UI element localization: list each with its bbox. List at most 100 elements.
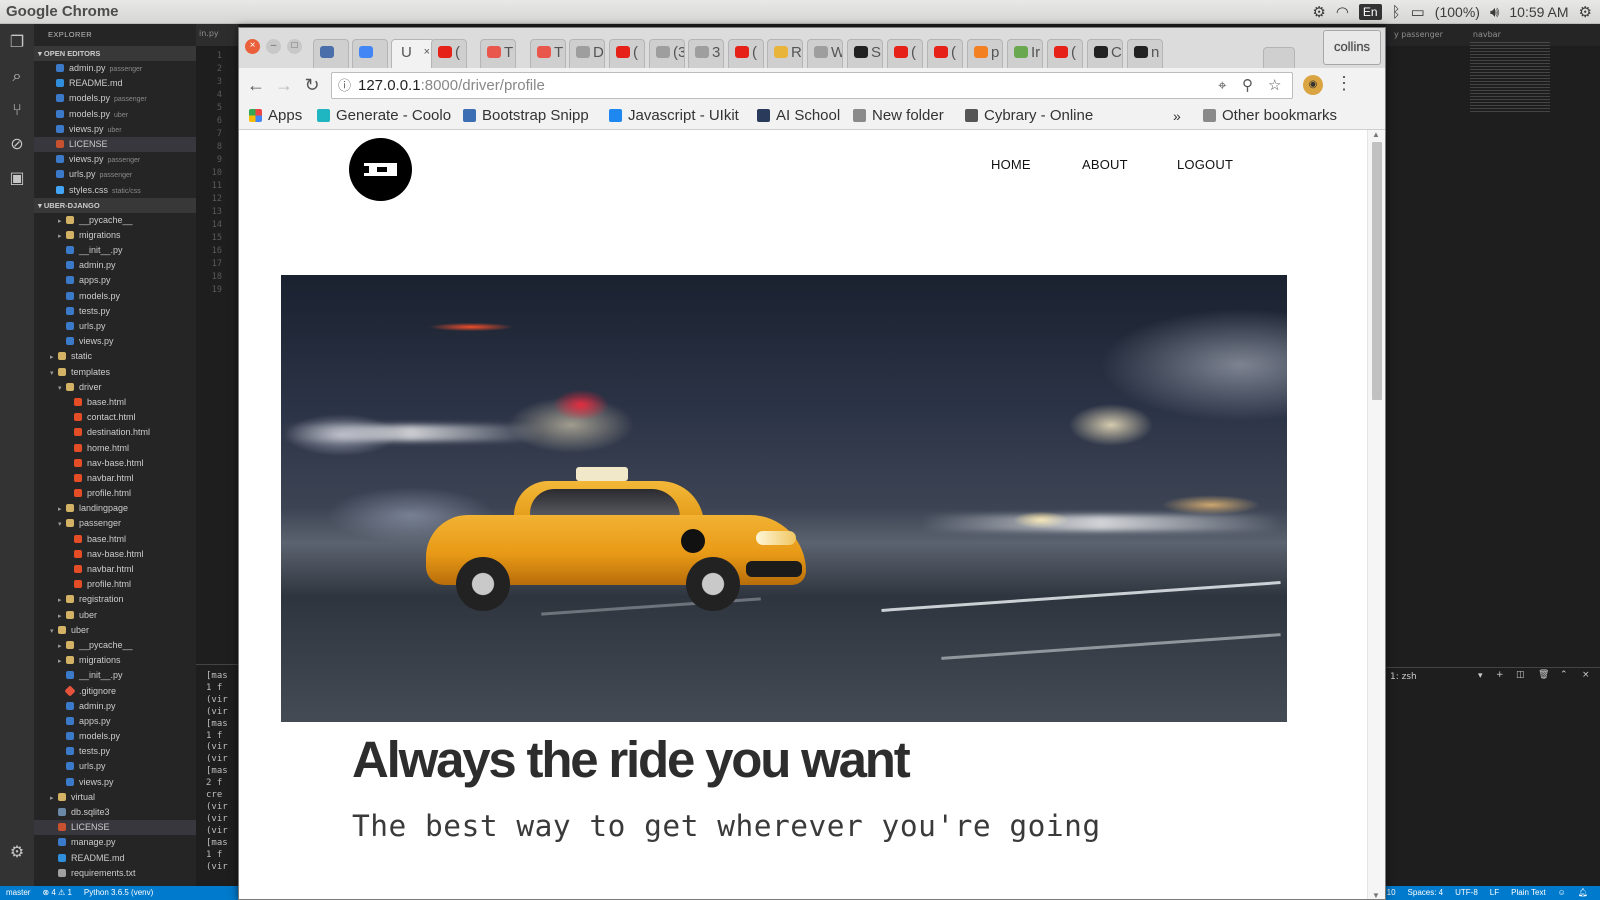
bookmark-item[interactable]: AI School <box>757 106 840 126</box>
nav-about-link[interactable]: ABOUT <box>1082 157 1128 172</box>
browser-tab[interactable]: p <box>967 39 1003 68</box>
scroll-down-arrow-icon[interactable]: ▼ <box>1372 891 1380 899</box>
browser-tab[interactable]: ( <box>609 39 645 68</box>
browser-tab[interactable]: T <box>530 39 566 68</box>
tree-file[interactable]: profile.html <box>34 577 196 592</box>
window-minimize-button[interactable]: – <box>266 39 281 54</box>
address-bar[interactable]: ⓘ 127.0.0.1:8000/driver/profile ⌖ ⚲ ☆ <box>331 72 1293 99</box>
browser-tab[interactable] <box>352 39 388 68</box>
open-editor-item[interactable]: models.py uber <box>34 107 196 122</box>
scrollbar-thumb[interactable] <box>1372 142 1382 400</box>
indentation-status[interactable]: Spaces: 4 <box>1408 886 1444 900</box>
open-editor-item[interactable]: views.py passenger <box>34 152 196 167</box>
browser-tab[interactable]: ( <box>887 39 923 68</box>
open-editor-item[interactable]: LICENSE <box>34 136 196 153</box>
maximize-panel-icon[interactable]: ⌃ <box>1560 670 1568 680</box>
problems-status[interactable]: ⊗ 4 ⚠ 1 <box>42 886 71 900</box>
browser-tab[interactable]: W <box>807 39 843 68</box>
tree-file[interactable]: requirements.txt <box>34 866 196 881</box>
tree-file[interactable]: apps.py <box>34 714 196 729</box>
window-close-button[interactable]: × <box>245 39 260 54</box>
tree-folder[interactable]: ▸ uber <box>34 608 196 623</box>
tree-file[interactable]: navbar.html <box>34 471 196 486</box>
window-maximize-button[interactable]: □ <box>287 39 302 54</box>
split-terminal-icon[interactable]: ◫ <box>1516 670 1525 680</box>
tree-file[interactable]: tests.py <box>34 304 196 319</box>
tree-file[interactable]: .gitignore <box>34 684 196 699</box>
settings-gear-icon[interactable]: ⚙ <box>1312 3 1325 21</box>
tree-file[interactable]: models.py <box>34 289 196 304</box>
tree-file[interactable]: admin.py <box>34 699 196 714</box>
tree-folder[interactable]: ▸ __pycache__ <box>34 213 196 228</box>
browser-tab[interactable]: n <box>1127 39 1163 68</box>
keyboard-language-indicator[interactable]: En <box>1358 4 1382 20</box>
tree-file[interactable]: nav-base.html <box>34 547 196 562</box>
dropdown-chevron-icon[interactable]: ▾ <box>1478 671 1483 681</box>
open-editor-item[interactable]: admin.py passenger <box>34 61 196 76</box>
browser-tab[interactable] <box>313 39 349 68</box>
browser-tab[interactable]: S <box>847 39 883 68</box>
tree-file[interactable]: manage.py <box>34 835 196 850</box>
tree-file[interactable]: admin.py <box>34 258 196 273</box>
open-editor-item[interactable]: styles.css static/css <box>34 183 196 198</box>
close-panel-icon[interactable]: × <box>1582 670 1590 680</box>
tab-close-icon[interactable]: × <box>424 46 430 58</box>
profile-button[interactable]: collins <box>1323 30 1381 65</box>
other-bookmarks-folder[interactable]: Other bookmarks <box>1203 106 1337 126</box>
clock[interactable]: 10:59 AM <box>1509 4 1568 20</box>
bookmark-item[interactable]: Cybrary - Online <box>965 106 1093 126</box>
volume-icon[interactable]: 🔊︎ <box>1490 4 1499 21</box>
source-control-icon[interactable]: ⑂ <box>7 100 27 120</box>
language-mode-status[interactable]: Plain Text <box>1511 886 1546 900</box>
tree-file[interactable]: urls.py <box>34 319 196 334</box>
browser-tab[interactable]: R <box>767 39 803 68</box>
site-info-icon[interactable]: ⓘ <box>338 73 351 98</box>
uber-logo[interactable] <box>349 138 412 201</box>
bookmark-item[interactable]: Javascript - UIkit <box>609 106 739 126</box>
extension-owl-icon[interactable]: ◉ <box>1303 75 1323 95</box>
location-target-icon[interactable]: ⌖ <box>1218 73 1226 98</box>
search-icon[interactable]: ⌕ <box>7 66 27 86</box>
encoding-status[interactable]: UTF-8 <box>1455 886 1478 900</box>
line-ending-status[interactable]: LF <box>1490 886 1499 900</box>
browser-tab[interactable]: ( <box>431 39 467 68</box>
tree-file[interactable]: home.html <box>34 441 196 456</box>
manage-gear-icon[interactable]: ⚙ <box>7 842 27 862</box>
tree-folder[interactable]: ▾ passenger <box>34 516 196 531</box>
tree-folder[interactable]: ▸ __pycache__ <box>34 638 196 653</box>
git-branch-status[interactable]: master <box>6 886 30 900</box>
zoom-icon[interactable]: ⚲ <box>1242 73 1253 98</box>
browser-tab[interactable]: ( <box>927 39 963 68</box>
browser-tab[interactable]: ( <box>1047 39 1083 68</box>
tree-file[interactable]: models.py <box>34 729 196 744</box>
tree-file[interactable]: base.html <box>34 395 196 410</box>
bookmark-item[interactable]: New folder <box>853 106 944 126</box>
tree-file[interactable]: nav-base.html <box>34 456 196 471</box>
browser-tab[interactable]: T <box>480 39 516 68</box>
tree-folder[interactable]: ▾ templates <box>34 365 196 380</box>
editor-tab[interactable]: y passenger <box>1394 30 1443 46</box>
browser-tab[interactable]: Ir <box>1007 39 1043 68</box>
bookmark-item[interactable]: Generate - Coolo <box>317 106 451 126</box>
editor-tab-fragment[interactable]: in.py <box>196 24 238 46</box>
bookmark-item[interactable]: Apps <box>249 106 302 126</box>
tree-file[interactable]: __init__.py <box>34 243 196 258</box>
open-editor-item[interactable]: README.md <box>34 76 196 91</box>
tree-folder[interactable]: ▸ migrations <box>34 653 196 668</box>
tree-file[interactable]: LICENSE <box>34 820 196 836</box>
tree-folder[interactable]: ▾ uber <box>34 623 196 638</box>
terminal-output[interactable]: [mas 1 f (vir (vir [mas 1 f (vir (vir [mas 2 f… <box>196 664 238 886</box>
tree-file[interactable]: __init__.py <box>34 668 196 683</box>
feedback-icon[interactable]: ☺ <box>1558 886 1566 900</box>
browser-tab[interactable]: D <box>569 39 605 68</box>
tree-file[interactable]: destination.html <box>34 425 196 440</box>
new-tab-button[interactable] <box>1263 47 1295 68</box>
tree-file[interactable]: views.py <box>34 775 196 790</box>
debug-icon[interactable]: ⊘ <box>7 134 27 154</box>
power-settings-icon[interactable]: ⚙ <box>1579 3 1592 21</box>
tree-file[interactable]: views.py <box>34 334 196 349</box>
forward-arrow-icon[interactable]: → <box>273 74 295 96</box>
tree-file[interactable]: apps.py <box>34 273 196 288</box>
tree-file[interactable]: README.md <box>34 851 196 866</box>
tree-folder[interactable]: ▸ migrations <box>34 228 196 243</box>
